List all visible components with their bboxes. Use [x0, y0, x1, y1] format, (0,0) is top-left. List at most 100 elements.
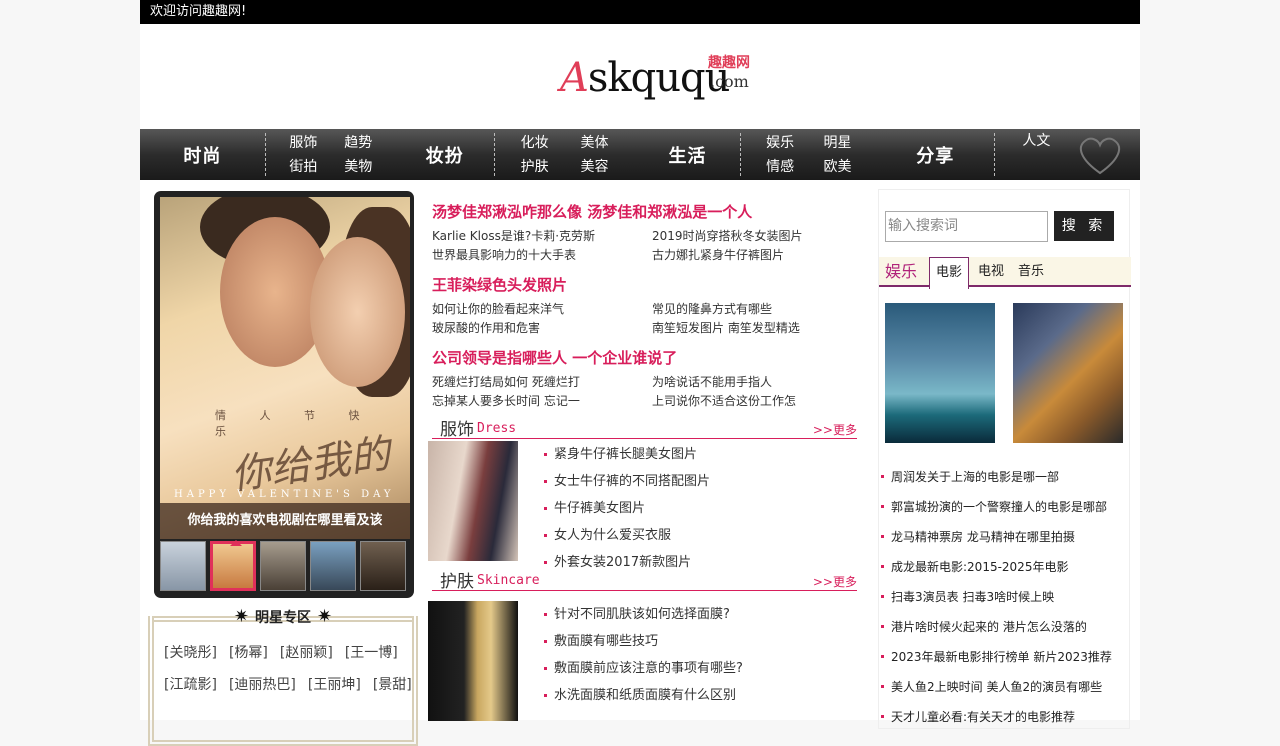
list-item[interactable]: 敷面膜有哪些技巧	[544, 628, 743, 655]
heart-icon	[1079, 137, 1121, 175]
section-header-skincare: 护肤 Skincare >>更多	[432, 567, 857, 592]
star-link[interactable]: [江疏影]	[164, 674, 217, 694]
slider-thumbnail[interactable]	[360, 541, 406, 591]
movie-link[interactable]: 周润发关于上海的电影是哪一部	[881, 462, 1112, 492]
welcome-bar: 欢迎访问趣趣网!	[140, 0, 1140, 24]
star-link[interactable]: [关晓彤]	[164, 642, 217, 662]
movie-link[interactable]: 龙马精神票房 龙马精神在哪里拍摄	[881, 522, 1112, 552]
movie-link[interactable]: 2023年最新电影排行榜单 新片2023推荐	[881, 642, 1112, 672]
entertainment-tabs: 娱乐 电影 电视 音乐	[879, 257, 1131, 289]
nav-link[interactable]: 趋势	[331, 133, 386, 153]
sparkle-icon: ✷	[317, 606, 333, 627]
section-body-skincare: 针对不同肌肤该如何选择面膜? 敷面膜有哪些技巧 敷面膜前应该注意的事项有哪些? …	[428, 591, 857, 721]
nav-category-makeup[interactable]: 妆扮	[396, 129, 494, 180]
headline-block: 汤梦佳郑湫泓咋那么像 汤梦佳和郑湫泓是一个人 Karlie Kloss是谁?卡莉…	[432, 200, 857, 264]
article-link[interactable]: 如何让你的脸看起来洋气	[432, 301, 652, 318]
dress-thumbnail-image[interactable]	[428, 441, 518, 561]
article-link[interactable]: 死缠烂打结局如何 死缠烂打	[432, 374, 652, 391]
article-link[interactable]: 忘掉某人要多长时间 忘记一	[432, 393, 652, 410]
list-item[interactable]: 紧身牛仔裤长腿美女图片	[544, 441, 710, 468]
article-link[interactable]: 玻尿酸的作用和危害	[432, 320, 652, 337]
featured-slider[interactable]: 情 人 节 快 乐 你给我的 HAPPY VALENTINE'S DAY 你给我…	[154, 191, 414, 598]
list-item[interactable]: 女人为什么爱买衣服	[544, 522, 710, 549]
nav-link[interactable]: 明星	[809, 133, 866, 153]
tab-music[interactable]: 音乐	[1018, 257, 1044, 287]
movie-link[interactable]: 天才儿童必看:有关天才的电影推荐	[881, 702, 1112, 732]
nav-link[interactable]: 护肤	[505, 157, 565, 177]
headline-link[interactable]: 汤梦佳郑湫泓咋那么像 汤梦佳和郑湫泓是一个人	[432, 200, 857, 224]
more-link[interactable]: >>更多	[813, 421, 857, 438]
nav-link[interactable]: 人文	[1005, 131, 1067, 151]
slide-caption[interactable]: 你给我的喜欢电视剧在哪里看及该	[160, 503, 410, 539]
nav-category-life[interactable]: 生活	[635, 129, 741, 180]
section-header-dress: 服饰 Dress >>更多	[432, 415, 857, 440]
movie-list: 周润发关于上海的电影是哪一部 郭富城扮演的一个警察撞人的电影是哪部 龙马精神票房…	[881, 462, 1112, 732]
nav-link[interactable]: 情感	[751, 157, 808, 177]
nav-category-share[interactable]: 分享	[876, 129, 994, 180]
nav-link[interactable]: 娱乐	[751, 133, 808, 153]
article-link[interactable]: 古力娜扎紧身牛仔裤图片	[652, 247, 857, 264]
star-link[interactable]: [王丽坤]	[308, 674, 361, 694]
poster-tagline: HAPPY VALENTINE'S DAY	[174, 489, 395, 500]
nav-link[interactable]: 街拍	[276, 157, 331, 177]
search-input[interactable]: 输入搜索词	[885, 211, 1048, 242]
star-link[interactable]: [赵丽颖]	[280, 642, 333, 662]
article-link[interactable]: 2019时尚穿搭秋冬女装图片	[652, 228, 857, 245]
list-item[interactable]: 牛仔裤美女图片	[544, 495, 710, 522]
movie-link[interactable]: 成龙最新电影:2015-2025年电影	[881, 552, 1112, 582]
star-zone-title: 明星专区	[255, 610, 311, 626]
article-link[interactable]: 世界最具影响力的十大手表	[432, 247, 652, 264]
middle-column: 汤梦佳郑湫泓咋那么像 汤梦佳和郑湫泓是一个人 Karlie Kloss是谁?卡莉…	[428, 200, 857, 721]
star-zone: ✷ 明星专区 ✷ [关晓彤] [杨幂] [赵丽颖] [王一博] [江疏影] [迪丽热…	[148, 606, 418, 746]
nav-link[interactable]: 欧美	[809, 157, 866, 177]
star-link[interactable]: [景甜]	[373, 674, 412, 694]
article-link[interactable]: 为啥说话不能用手指人	[652, 374, 857, 391]
star-link[interactable]: [王一博]	[345, 642, 398, 662]
star-link[interactable]: [杨幂]	[229, 642, 268, 662]
entertainment-title: 娱乐	[885, 262, 918, 281]
site-logo[interactable]: Askququ 趣趣网 .com	[560, 50, 755, 106]
left-column: 情 人 节 快 乐 你给我的 HAPPY VALENTINE'S DAY 你给我…	[148, 191, 418, 746]
nav-link[interactable]: 美物	[331, 157, 386, 177]
right-column: 输入搜索词 搜 索 娱乐 电影 电视 音乐 周润发关于上海的电影是哪一部 郭富城…	[878, 189, 1131, 732]
list-item[interactable]: 针对不同肌肤该如何选择面膜?	[544, 601, 743, 628]
main-nav: 时尚 服饰 趋势 街拍 美物 妆扮 化妆 美体 护肤 美容 生活 娱乐 明星 情…	[140, 129, 1140, 180]
movie-link[interactable]: 美人鱼2上映时间 美人鱼2的演员有哪些	[881, 672, 1112, 702]
slider-thumbnail[interactable]	[160, 541, 206, 591]
slider-thumbnail-active[interactable]	[210, 540, 256, 591]
star-link[interactable]: [迪丽热巴]	[229, 674, 296, 694]
slider-thumbnail[interactable]	[310, 541, 356, 591]
list-item[interactable]: 敷面膜前应该注意的事项有哪些?	[544, 655, 743, 682]
nav-subgroup-makeup: 化妆 美体 护肤 美容	[495, 129, 635, 180]
article-link[interactable]: 常见的隆鼻方式有哪些	[652, 301, 857, 318]
section-title: 护肤	[440, 572, 474, 592]
headline-link[interactable]: 公司领导是指哪些人 一个企业谁说了	[432, 346, 857, 370]
movie-poster-image[interactable]	[885, 303, 995, 443]
featured-poster-image[interactable]: 情 人 节 快 乐 你给我的 HAPPY VALENTINE'S DAY	[160, 197, 410, 539]
movie-link[interactable]: 郭富城扮演的一个警察撞人的电影是哪部	[881, 492, 1112, 522]
list-item[interactable]: 水洗面膜和纸质面膜有什么区别	[544, 682, 743, 709]
tab-tv[interactable]: 电视	[978, 257, 1004, 287]
article-link[interactable]: 上司说你不适合这份工作怎	[652, 393, 857, 410]
list-item[interactable]: 女士牛仔裤的不同搭配图片	[544, 468, 710, 495]
movie-link[interactable]: 港片啥时候火起来的 港片怎么没落的	[881, 612, 1112, 642]
slider-thumbnails	[160, 540, 408, 591]
headline-block: 王菲染绿色头发照片 如何让你的脸看起来洋气 常见的隆鼻方式有哪些 玻尿酸的作用和…	[432, 273, 857, 337]
article-link[interactable]: 南笙短发图片 南笙发型精选	[652, 320, 857, 337]
nav-link[interactable]: 美体	[565, 133, 625, 153]
movie-link[interactable]: 扫毒3演员表 扫毒3啥时候上映	[881, 582, 1112, 612]
skincare-thumbnail-image[interactable]	[428, 601, 518, 721]
tab-movie[interactable]: 电影	[929, 257, 970, 289]
article-link[interactable]: Karlie Kloss是谁?卡莉·克劳斯	[432, 228, 652, 245]
nav-link[interactable]: 化妆	[505, 133, 565, 153]
nav-category-fashion[interactable]: 时尚	[140, 129, 265, 180]
headline-link[interactable]: 王菲染绿色头发照片	[432, 273, 857, 297]
nav-link[interactable]: 服饰	[276, 133, 331, 153]
movie-poster-image[interactable]	[1013, 303, 1123, 443]
more-link[interactable]: >>更多	[813, 573, 857, 590]
nav-link[interactable]: 美容	[565, 157, 625, 177]
slider-thumbnail[interactable]	[260, 541, 306, 591]
nav-subgroup-fashion: 服饰 趋势 街拍 美物	[266, 129, 396, 180]
header: Askququ 趣趣网 .com	[140, 24, 1140, 129]
search-button[interactable]: 搜 索	[1054, 211, 1114, 241]
